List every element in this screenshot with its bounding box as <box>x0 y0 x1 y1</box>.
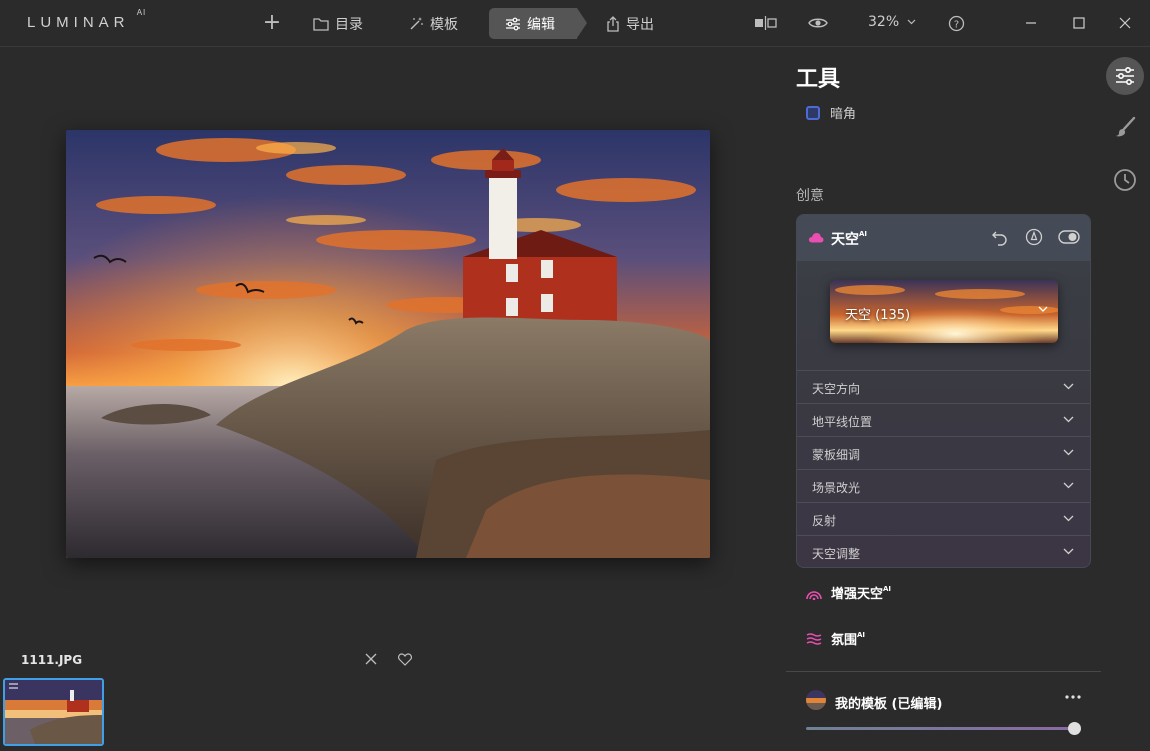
close-icon[interactable] <box>364 652 378 666</box>
tab-export[interactable]: 导出 <box>596 8 664 39</box>
section-creative: 创意 <box>796 188 824 204</box>
tab-catalog-label: 目录 <box>335 16 363 33</box>
panel-title: 工具 <box>796 67 841 92</box>
favorite-icon[interactable] <box>1025 228 1043 246</box>
sky-tool-title: 天空AI <box>831 230 868 248</box>
add-button[interactable]: + <box>262 10 282 36</box>
tool-atmosphere-label: 氛围AI <box>831 630 866 648</box>
chevron-down-icon <box>1063 449 1074 456</box>
param-label: 天空方向 <box>812 382 861 396</box>
chevron-down-icon <box>1063 548 1074 555</box>
close-icon[interactable] <box>1116 14 1134 32</box>
tab-catalog[interactable]: 目录 <box>303 8 373 39</box>
brush-button[interactable] <box>1106 108 1144 146</box>
eye-icon[interactable] <box>808 15 828 31</box>
param-label: 场景改光 <box>812 481 861 495</box>
tool-vignette-label: 暗角 <box>830 107 857 122</box>
param-label: 蒙板细调 <box>812 448 861 462</box>
tool-vignette[interactable]: 暗角 <box>806 103 856 122</box>
tab-edit-label: 编辑 <box>527 16 555 33</box>
plus-icon: + <box>262 10 282 35</box>
param-label: 地平线位置 <box>812 415 873 429</box>
magic-wand-icon <box>410 16 423 29</box>
preset-amount-slider[interactable] <box>806 727 1074 730</box>
sky-selection-label: 天空 (135) <box>845 308 911 323</box>
zoom-value: 32% <box>868 14 900 30</box>
tab-edit[interactable]: 编辑 <box>489 8 587 39</box>
param-scene-relight[interactable]: 场景改光 <box>797 469 1090 502</box>
sliders-icon <box>506 17 520 30</box>
chevron-down-icon <box>1063 482 1074 489</box>
preset-row[interactable]: 我的模板 (已编辑) <box>806 689 1086 713</box>
chevron-down-icon <box>1063 515 1074 522</box>
zoom-select[interactable]: 32% <box>868 14 916 30</box>
tab-export-label: 导出 <box>626 16 654 33</box>
param-mask-refinement[interactable]: 蒙板细调 <box>797 436 1090 469</box>
panel-divider <box>786 671 1101 672</box>
minimize-icon[interactable] <box>1022 14 1040 32</box>
undo-icon[interactable] <box>991 228 1009 246</box>
sky-enhancer-icon <box>806 590 822 600</box>
app-logo: LUMINAR AI <box>27 8 147 31</box>
tab-templates-label: 模板 <box>430 16 458 33</box>
toggle-icon[interactable] <box>1058 230 1080 244</box>
tools-button[interactable] <box>1106 57 1144 95</box>
tab-templates[interactable]: 模板 <box>398 8 468 39</box>
top-bar: LUMINAR AI + 目录 模板 编辑 导出 32% ? <box>0 0 1150 47</box>
export-icon <box>607 15 619 32</box>
maximize-icon[interactable] <box>1070 14 1088 32</box>
sky-tool-header[interactable]: 天空AI <box>797 215 1090 261</box>
tool-sky-enhancer-label: 增强天空AI <box>831 584 892 602</box>
tool-sky-enhancer[interactable]: 增强天空AI <box>806 583 891 602</box>
preset-name: 我的模板 (已编辑) <box>835 697 943 712</box>
sky-tool-panel: 天空AI 天空 (135) 天空方向 地平线位置 蒙板细调 场景改光 反射 天空… <box>796 214 1091 568</box>
tool-atmosphere[interactable]: 氛围AI <box>806 629 865 648</box>
help-icon[interactable]: ? <box>948 15 965 32</box>
history-button[interactable] <box>1106 161 1144 199</box>
brush-icon <box>1116 116 1136 137</box>
param-sky-adjustments[interactable]: 天空调整 <box>797 535 1090 567</box>
preset-amount-handle[interactable] <box>1068 722 1081 735</box>
svg-text:?: ? <box>954 19 959 30</box>
param-sky-orientation[interactable]: 天空方向 <box>797 370 1090 403</box>
filmstrip-thumbnail[interactable] <box>3 678 104 746</box>
photo-canvas[interactable] <box>66 130 710 558</box>
vignette-icon <box>806 105 820 120</box>
sky-selection-dropdown[interactable]: 天空 (135) <box>830 280 1058 343</box>
param-label: 反射 <box>812 514 837 528</box>
chevron-down-icon <box>1063 416 1074 423</box>
sliders-icon <box>1116 67 1134 85</box>
preset-thumbnail <box>806 690 826 710</box>
param-label: 天空调整 <box>812 547 861 561</box>
chevron-down-icon <box>907 19 916 25</box>
more-icon[interactable] <box>1065 695 1081 699</box>
history-icon <box>1114 169 1136 191</box>
cloud-icon <box>808 233 824 243</box>
file-name: 1111.JPG <box>21 653 83 667</box>
param-horizon-position[interactable]: 地平线位置 <box>797 403 1090 436</box>
folder-icon <box>313 17 329 31</box>
heart-icon[interactable] <box>398 653 412 666</box>
atmosphere-icon <box>806 632 822 645</box>
chevron-down-icon <box>1063 383 1074 390</box>
chevron-down-icon <box>1038 306 1048 312</box>
compare-icon[interactable] <box>754 15 778 31</box>
param-reflection[interactable]: 反射 <box>797 502 1090 535</box>
